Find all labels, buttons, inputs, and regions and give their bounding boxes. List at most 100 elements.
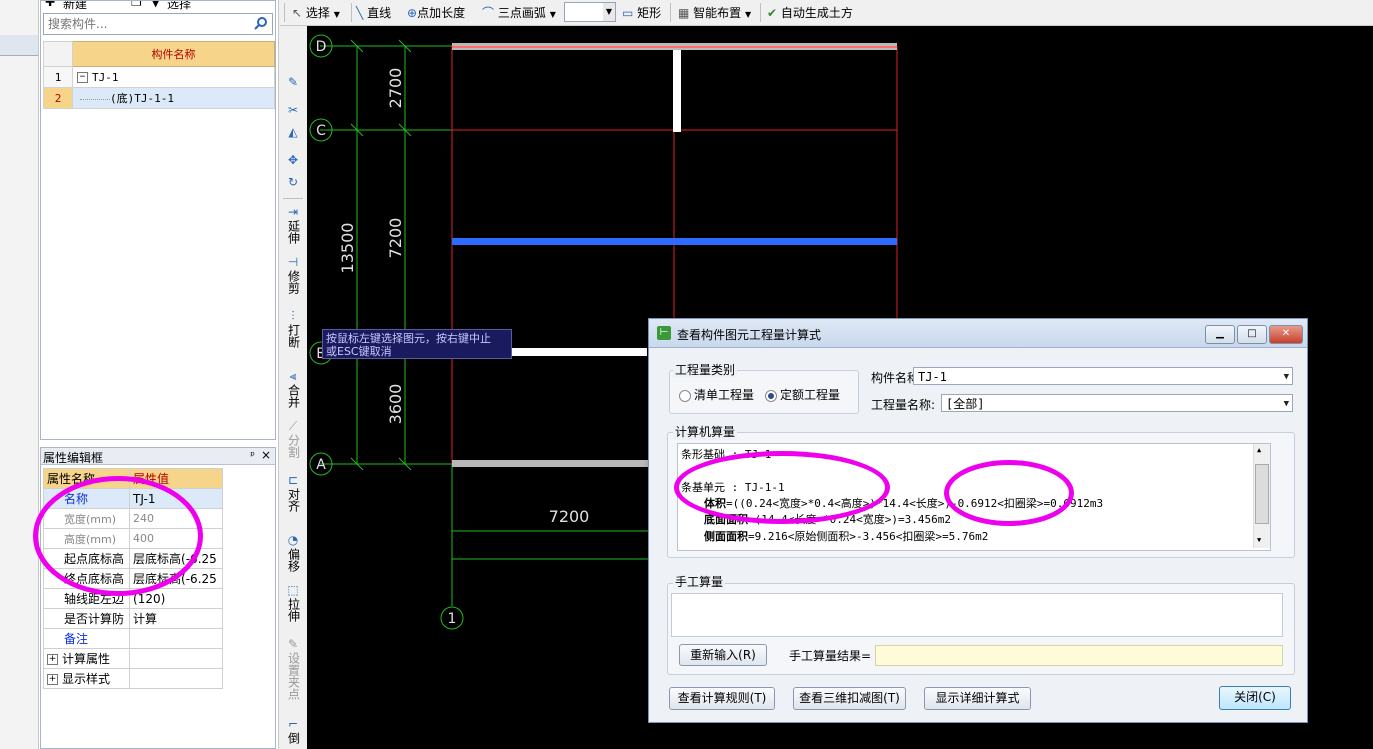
component-name-select[interactable]: TJ-1 ▼ (913, 367, 1293, 385)
select-button[interactable]: ↖ 选择 ▼ (292, 4, 340, 21)
manual-result-field[interactable] (875, 645, 1283, 666)
smart-layout-button[interactable]: ▦ 智能布置 ▼ (678, 4, 751, 21)
qty-name-select[interactable]: [全部] ▼ (941, 394, 1293, 412)
split-label: 分割 (286, 434, 301, 458)
table-row[interactable]: 2 (底)TJ-1-1 (43, 87, 275, 109)
merge-button[interactable]: ⫷ 合并 (279, 370, 307, 411)
extend-button[interactable]: ⇥ 延伸 (279, 206, 307, 247)
tree-node-label: TJ-1 (92, 70, 119, 84)
show-detail-button[interactable]: 显示详细计算式 (924, 687, 1031, 710)
brush-icon[interactable]: ✎ (279, 76, 307, 90)
property-group-label: 计算属性 (62, 652, 111, 666)
scroll-up-icon[interactable]: ▲ (1257, 446, 1261, 454)
rectangle-button[interactable]: ▭ 矩形 (622, 4, 661, 21)
radio-icon[interactable] (679, 389, 691, 402)
dimension-3600: 3600 (386, 384, 405, 425)
chevron-down-icon[interactable]: ▼ (1284, 395, 1289, 413)
radio-quota-qty[interactable]: 定额工程量 (765, 386, 840, 403)
set-grip-button[interactable]: ✎ 设置夹点 (279, 638, 307, 703)
scissors-icon[interactable]: ✂ (279, 104, 307, 118)
tooltip-line-1: 按鼠标左键选择图元，按右键中止 (326, 332, 491, 345)
view-3d-deduction-button[interactable]: 查看三维扣减图(T) (793, 687, 906, 710)
dropdown-arrow-icon[interactable]: ▼ (550, 10, 556, 19)
separator (670, 3, 671, 22)
dialog-title: 查看构件图元工程量计算式 (677, 328, 822, 342)
trim-button[interactable]: ⊣ 修剪 (279, 256, 307, 297)
left-strip-band[interactable] (0, 35, 38, 56)
property-group[interactable]: + 计算属性 (42, 648, 131, 669)
scroll-down-icon[interactable]: ▼ (1257, 536, 1261, 544)
checkmark-icon: ✔ (767, 6, 778, 20)
chamfer-label: 倒 (286, 732, 301, 744)
table-row[interactable]: 备注 (42, 628, 223, 649)
offset-button[interactable]: ◔ 偏移 (279, 534, 307, 575)
dialog-titlebar[interactable]: ⊢ 查看构件图元工程量计算式 ▁ □ ✕ (649, 319, 1307, 348)
close-button[interactable]: 关闭(C) (1219, 686, 1291, 710)
drawing-toolbar: ↖ 选择 ▼ ╲ 直线 ⊕点加长度 ⌒ 三点画弧 ▼ ▼ ▭ 矩形 ▦ 智能布置… (280, 0, 1373, 26)
corner-cell (43, 41, 73, 67)
layer-icon[interactable]: ▼ (151, 1, 160, 9)
arc-button[interactable]: ⌒ 三点画弧 ▼ (482, 4, 556, 21)
vertical-scrollbar[interactable]: ▲ ▼ (1253, 444, 1270, 548)
new-icon[interactable]: ✚ (45, 1, 55, 9)
move-icon[interactable]: ✥ (279, 154, 307, 168)
close-icon[interactable]: × (261, 448, 271, 462)
stretch-button[interactable]: ⬚ 拉伸 (279, 584, 307, 625)
tooltip-line-2: 或ESC键取消 (326, 345, 392, 358)
separator (760, 3, 761, 22)
tree-node-tj1-1[interactable]: (底)TJ-1-1 (72, 87, 275, 109)
split-button[interactable]: ⟋ 分割 (279, 420, 307, 461)
manual-calc-input[interactable] (671, 593, 1283, 637)
table-row[interactable]: 是否计算防 计算 (42, 608, 223, 629)
scrollbar-thumb[interactable] (1255, 464, 1269, 524)
property-group[interactable]: + 显示样式 (42, 668, 131, 689)
dropdown-arrow-icon[interactable]: ▼ (745, 10, 751, 19)
view-rules-button[interactable]: 查看计算规则(T) (669, 687, 775, 710)
radio-selected-icon[interactable] (765, 389, 777, 402)
dropdown-arrow-icon[interactable]: ▼ (603, 3, 615, 21)
mirror-icon[interactable]: ◭ (279, 126, 307, 140)
chevron-down-icon[interactable]: ▼ (1284, 368, 1289, 386)
reinput-button[interactable]: 重新输入(R) (679, 644, 767, 666)
auto-earth-button[interactable]: ✔ 自动生成土方 (767, 4, 853, 21)
expand-icon[interactable]: + (47, 654, 58, 665)
line-label: 直线 (367, 6, 392, 20)
close-icon[interactable]: ✕ (1269, 325, 1303, 344)
component-name-header[interactable]: 构件名称 (72, 41, 275, 67)
expand-icon[interactable]: + (47, 674, 58, 685)
point-length-button[interactable]: ⊕点加长度 (407, 4, 465, 21)
maximize-icon[interactable]: □ (1237, 325, 1267, 344)
property-panel-title: 属性编辑框 (43, 451, 104, 465)
radio-list-qty[interactable]: 清单工程量 (679, 386, 754, 403)
search-box (43, 13, 273, 35)
qty-name-label: 工程量名称: (871, 398, 936, 412)
align-button[interactable]: ⊏ 对齐 (279, 474, 307, 515)
search-icon[interactable] (254, 16, 268, 30)
break-button[interactable]: ⫶ 打断 (279, 310, 307, 351)
arc-param-combo[interactable]: ▼ (564, 2, 616, 22)
minimize-icon[interactable]: ▁ (1205, 325, 1235, 344)
property-name: 是否计算防 (42, 608, 131, 629)
side-area-label: 侧面面积 (704, 530, 748, 543)
table-row[interactable]: 1 − TJ-1 (43, 66, 275, 88)
line-button[interactable]: ╲ 直线 (356, 4, 391, 21)
pin-icon[interactable]: ᵖ (250, 449, 255, 462)
property-value[interactable] (129, 628, 223, 649)
copy-icon[interactable]: ❐ (131, 1, 142, 9)
collapse-icon[interactable]: − (77, 72, 88, 83)
component-list-panel: ✚ 新建 ❐ ▼ 选择 构件名称 1 −TJ-1 2 (底)TJ-1-1 (40, 0, 276, 440)
dimension-7200-vertical: 7200 (386, 218, 405, 259)
new-button[interactable]: 新建 (63, 1, 87, 11)
chamfer-button[interactable]: ⌐ 倒 (279, 718, 307, 747)
property-value[interactable]: 计算 (129, 608, 223, 629)
tree-node-tj1[interactable]: − TJ-1 (72, 66, 275, 88)
search-input[interactable] (44, 14, 252, 34)
dropdown-arrow-icon[interactable]: ▼ (334, 10, 340, 19)
table-row[interactable]: + 显示样式 (42, 668, 223, 689)
arc-icon: ⌒ (482, 6, 495, 20)
offset-icon: ◔ (287, 533, 299, 547)
rotate-icon[interactable]: ↻ (279, 176, 307, 190)
layer-button[interactable]: 选择 (167, 1, 191, 11)
radio-list-label: 清单工程量 (694, 388, 755, 402)
table-row[interactable]: + 计算属性 (42, 648, 223, 669)
